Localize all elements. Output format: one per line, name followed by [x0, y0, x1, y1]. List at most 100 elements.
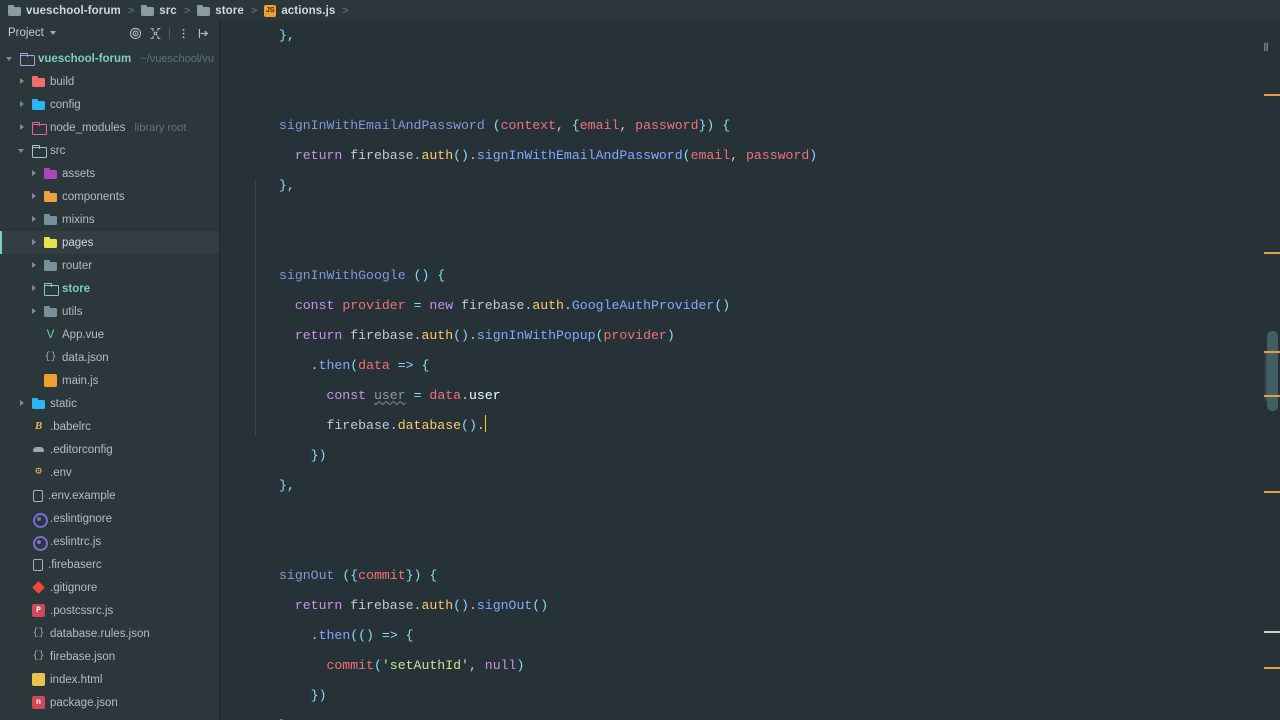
code-line[interactable]: return firebase.auth().signInWithEmailAn…	[279, 141, 1280, 171]
hide-panel-icon[interactable]	[197, 27, 210, 40]
breadcrumb-item-store[interactable]: store	[197, 5, 244, 17]
expand-arrow-icon[interactable]	[30, 215, 39, 224]
expand-arrow-icon[interactable]	[18, 77, 27, 86]
project-panel-header: Project	[0, 21, 219, 45]
scrollbar-marker[interactable]	[1264, 631, 1280, 633]
more-options-icon[interactable]	[177, 27, 190, 40]
code-line[interactable]	[279, 81, 1280, 111]
project-file-tree[interactable]: vueschool-forum ~/vueschool/vu build config…	[0, 45, 219, 714]
tree-row-components[interactable]: components	[0, 185, 219, 208]
breadcrumb-separator: >	[342, 4, 349, 17]
tree-row--postcssrc-js[interactable]: P .postcssrc.js	[0, 599, 219, 622]
code-line[interactable]: .then(data => {	[279, 351, 1280, 381]
tree-row-store[interactable]: store	[0, 277, 219, 300]
expand-arrow-icon[interactable]	[18, 146, 27, 155]
tree-row-project-root[interactable]: vueschool-forum ~/vueschool/vu	[0, 47, 219, 70]
expand-arrow-icon[interactable]	[30, 238, 39, 247]
expand-arrow-icon[interactable]	[18, 399, 27, 408]
expand-arrow-icon[interactable]	[30, 261, 39, 270]
tree-row-firebase-json[interactable]: {} firebase.json	[0, 645, 219, 668]
tree-row--editorconfig[interactable]: .editorconfig	[0, 438, 219, 461]
tree-row--env[interactable]: ⚙ .env	[0, 461, 219, 484]
code-content[interactable]: }, signInWithEmailAndPassword (context, …	[220, 21, 1280, 720]
code-line[interactable]: .then(() => {	[279, 621, 1280, 651]
tree-row-static[interactable]: static	[0, 392, 219, 415]
tree-row-main-js[interactable]: JS main.js	[0, 369, 219, 392]
code-token: auth	[421, 328, 454, 343]
code-line[interactable]: return firebase.auth().signInWithPopup(p…	[279, 321, 1280, 351]
code-line[interactable]: })	[279, 441, 1280, 471]
expand-arrow-icon[interactable]	[30, 192, 39, 201]
tree-row-label: static	[50, 397, 77, 410]
code-line[interactable]: return firebase.auth().signOut()	[279, 591, 1280, 621]
scrollbar-marker[interactable]	[1264, 395, 1280, 397]
tree-row--env-example[interactable]: .env.example	[0, 484, 219, 507]
tree-row-utils[interactable]: utils	[0, 300, 219, 323]
locate-target-icon[interactable]	[129, 27, 142, 40]
code-token: (	[350, 358, 359, 373]
tree-row-package-json[interactable]: n package.json	[0, 691, 219, 714]
code-token: signInWithEmailAndPassword	[279, 118, 485, 133]
expand-arrow-icon[interactable]	[18, 100, 27, 109]
tree-row-build[interactable]: build	[0, 70, 219, 93]
tree-row--eslintignore[interactable]: .eslintignore	[0, 507, 219, 530]
code-line[interactable]: },	[279, 711, 1280, 720]
breadcrumb-item-vueschool-forum[interactable]: vueschool-forum	[8, 5, 121, 17]
project-panel-title[interactable]: Project	[8, 27, 44, 39]
code-line[interactable]: },	[279, 171, 1280, 201]
code-line[interactable]	[279, 231, 1280, 261]
tree-row-router[interactable]: router	[0, 254, 219, 277]
tree-row-database-rules-json[interactable]: {} database.rules.json	[0, 622, 219, 645]
chevron-down-icon[interactable]	[49, 31, 56, 35]
scrollbar-thumb[interactable]	[1267, 331, 1278, 411]
code-line[interactable]	[279, 51, 1280, 81]
code-token: data	[358, 358, 390, 373]
tree-row--firebaserc[interactable]: .firebaserc	[0, 553, 219, 576]
expand-arrow-icon[interactable]	[6, 54, 15, 63]
code-line[interactable]: const provider = new firebase.auth.Googl…	[279, 291, 1280, 321]
tree-row-data-json[interactable]: {} data.json	[0, 346, 219, 369]
code-line[interactable]: const user = data.user	[279, 381, 1280, 411]
expand-arrow-icon[interactable]	[18, 123, 27, 132]
expand-arrow-icon[interactable]	[30, 169, 39, 178]
scrollbar-marker[interactable]	[1264, 351, 1280, 353]
code-editor[interactable]: }, signInWithEmailAndPassword (context, …	[220, 21, 1280, 720]
code-line[interactable]: signInWithGoogle () {	[279, 261, 1280, 291]
code-line[interactable]: })	[279, 681, 1280, 711]
scrollbar-marker[interactable]	[1264, 252, 1280, 254]
collapse-all-icon[interactable]	[149, 27, 162, 40]
tree-row-index-html[interactable]: 5 index.html	[0, 668, 219, 691]
code-line[interactable]: },	[279, 471, 1280, 501]
tree-row-pages[interactable]: pages	[0, 231, 219, 254]
code-token: .	[310, 628, 319, 643]
scrollbar-marker[interactable]	[1264, 667, 1280, 669]
editor-scrollbar[interactable]: ⦀	[1264, 21, 1280, 720]
code-line[interactable]: firebase.database().	[279, 411, 1280, 441]
code-line[interactable]: signOut ({commit}) {	[279, 561, 1280, 591]
code-line[interactable]	[279, 501, 1280, 531]
code-line[interactable]: commit('setAuthId', null)	[279, 651, 1280, 681]
breadcrumb-item-src[interactable]: src	[141, 5, 177, 17]
expand-arrow-icon[interactable]	[30, 284, 39, 293]
expand-arrow-icon[interactable]	[30, 307, 39, 316]
code-line[interactable]: },	[279, 21, 1280, 51]
code-line[interactable]	[279, 201, 1280, 231]
scrollbar-marker[interactable]	[1264, 491, 1280, 493]
tree-row--babelrc[interactable]: B .babelrc	[0, 415, 219, 438]
analysis-status-icon[interactable]: ⦀	[1260, 43, 1272, 55]
code-line[interactable]	[279, 531, 1280, 561]
tree-row--eslintrc-js[interactable]: .eslintrc.js	[0, 530, 219, 553]
tree-row-assets[interactable]: assets	[0, 162, 219, 185]
tree-row-mixins[interactable]: mixins	[0, 208, 219, 231]
tree-row-node-modules[interactable]: node_modules library root	[0, 116, 219, 139]
tree-row-config[interactable]: config	[0, 93, 219, 116]
breadcrumb-item-actions-js[interactable]: JS actions.js	[264, 4, 335, 17]
code-token: }) {	[698, 118, 731, 133]
tree-row--gitignore[interactable]: .gitignore	[0, 576, 219, 599]
scrollbar-marker[interactable]	[1264, 94, 1280, 96]
tree-row-app-vue[interactable]: V App.vue	[0, 323, 219, 346]
vue-file-icon-icon: V	[46, 327, 55, 342]
code-line[interactable]: signInWithEmailAndPassword (context, {em…	[279, 111, 1280, 141]
tree-row-src[interactable]: src	[0, 139, 219, 162]
